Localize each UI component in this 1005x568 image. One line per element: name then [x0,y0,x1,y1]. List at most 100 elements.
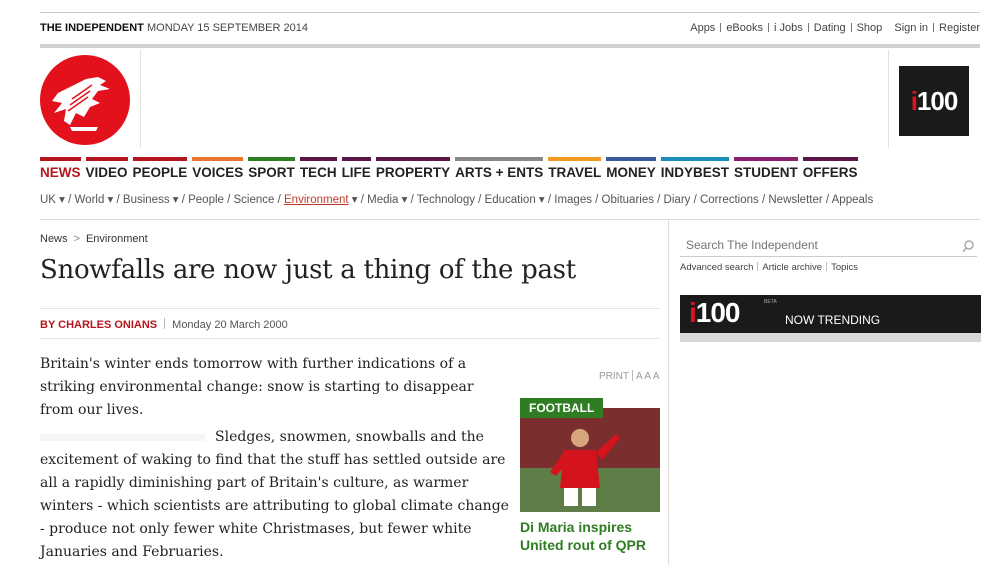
breadcrumb-environment[interactable]: Environment [86,233,148,245]
nav-item-property[interactable]: PROPERTY [375,157,451,180]
header-divider [888,50,889,148]
nav-item-student[interactable]: STUDENT [734,157,798,180]
nav-color-bar [734,157,798,161]
nav-item-money[interactable]: MONEY [606,157,656,180]
byline-rule [40,338,660,339]
header-divider [140,50,141,148]
breadcrumb: News > Environment [40,233,148,245]
link-ijobs[interactable]: i Jobs [774,22,803,34]
top-links: Apps eBooks i Jobs Dating Shop Sign in Regist… [690,22,980,34]
nav-item-voices[interactable]: VOICES [192,157,244,180]
main-nav: NEWS VIDEO PEOPLE VOICES SPORT TECH LIFE PROPER… [40,157,863,180]
i100-number: 100 [916,86,958,116]
nav-color-bar [132,157,188,161]
independent-eagle-logo[interactable] [40,55,130,145]
eagle-icon [52,77,110,131]
link-sign-in[interactable]: Sign in [894,22,928,34]
top-rule [40,12,980,13]
nav-color-bar [455,157,544,161]
link-separator [757,262,759,271]
trending-grey-bar [680,333,981,342]
search-box [680,234,977,257]
sub-nav: UK ▾ / World ▾ / Business ▾ / People / S… [40,192,873,206]
search-input[interactable] [680,234,952,256]
trend-logo-i: i [689,297,697,328]
nav-color-bar [299,157,337,161]
nav-color-bar [802,157,858,161]
subnav-item-environment[interactable]: Environment [284,194,349,206]
advanced-search-link[interactable]: Advanced search [680,262,753,273]
nav-item-offers[interactable]: OFFERS [802,157,858,180]
nav-item-life[interactable]: LIFE [341,157,371,180]
now-trending-label: NOW TRENDING [785,313,881,327]
nav-label: OFFERS [802,165,858,180]
beta-label: BETA [764,299,777,305]
brand-name[interactable]: THE INDEPENDENT [40,22,144,34]
author-link[interactable]: BY CHARLES ONIANS [40,319,157,331]
article-archive-link[interactable]: Article archive [762,262,822,273]
nav-label: PROPERTY [375,165,451,180]
breadcrumb-news[interactable]: News [40,233,68,245]
football-tag[interactable]: FOOTBALL [520,398,604,418]
masthead: THE INDEPENDENT MONDAY 15 SEPTEMBER 2014 [40,22,308,34]
football-caption-link[interactable]: Di Maria inspires United rout of QPR [520,518,670,554]
print-tools: PRINT A A A [599,370,659,382]
nav-color-bar [341,157,371,161]
nav-label: INDYBEST [660,165,729,180]
link-dating[interactable]: Dating [814,22,846,34]
paragraph: Britain's winter ends tomorrow with furt… [40,356,474,418]
subnav-links[interactable]: UK ▾ / World ▾ / Business ▾ / People / S… [40,194,284,206]
nav-label: STUDENT [734,165,798,180]
link-apps[interactable]: Apps [690,22,715,34]
text-size-buttons[interactable]: A A A [636,371,659,382]
nav-item-video[interactable]: VIDEO [85,157,128,180]
nav-color-bar [375,157,451,161]
masthead-date: MONDAY 15 SEPTEMBER 2014 [146,22,308,34]
link-separator [933,23,935,32]
football-photo[interactable] [520,408,660,512]
nav-color-bar [85,157,128,161]
article-date: Monday 20 March 2000 [172,319,288,331]
link-shop[interactable]: Shop [857,22,883,34]
i100-logo[interactable]: i100 [899,66,969,136]
nav-label: VIDEO [85,165,128,180]
link-separator [768,23,770,32]
nav-item-sport[interactable]: SPORT [248,157,295,180]
nav-label: LIFE [341,165,371,180]
nav-color-bar [660,157,729,161]
subnav-links-rest[interactable]: ▾ / Media ▾ / Technology / Education ▾ /… [349,194,873,206]
search-icon[interactable] [961,239,975,253]
link-separator [826,262,828,271]
nav-item-indybest[interactable]: INDYBEST [660,157,729,180]
headline-rule [40,308,660,309]
nav-color-bar [548,157,602,161]
nav-item-tech[interactable]: TECH [299,157,337,180]
search-links: Advanced search Article archive Topics [680,262,858,273]
ad-placeholder [40,434,205,441]
nav-item-arts-ents[interactable]: ARTS + ENTS [455,157,544,180]
i100-trending-banner[interactable]: i100 BETA NOW TRENDING [680,295,981,333]
topics-link[interactable]: Topics [831,262,858,273]
player-image [520,408,660,512]
link-ebooks[interactable]: eBooks [726,22,763,34]
header-grey-bar [40,44,980,48]
nav-color-bar [248,157,295,161]
nav-item-travel[interactable]: TRAVEL [548,157,602,180]
nav-label: ARTS + ENTS [455,165,544,180]
article-body: Britain's winter ends tomorrow with furt… [40,353,510,568]
nav-color-bar [40,157,81,161]
byline: BY CHARLES ONIANS Monday 20 March 2000 [40,318,288,331]
breadcrumb-separator: > [73,233,80,245]
nav-label: PEOPLE [132,165,188,180]
article-headline: Snowfalls are now just a thing of the pa… [40,255,576,285]
nav-item-people[interactable]: PEOPLE [132,157,188,180]
i100-trending-logo: i100 [689,297,740,329]
link-register[interactable]: Register [939,22,980,34]
nav-item-news[interactable]: NEWS [40,157,81,180]
column-divider [668,220,669,565]
paragraph-2: Sledges, snowmen, snowballs and the exci… [40,426,510,564]
link-separator [850,23,852,32]
nav-label: VOICES [192,165,244,180]
print-separator [632,370,633,381]
print-button[interactable]: PRINT [599,371,629,382]
